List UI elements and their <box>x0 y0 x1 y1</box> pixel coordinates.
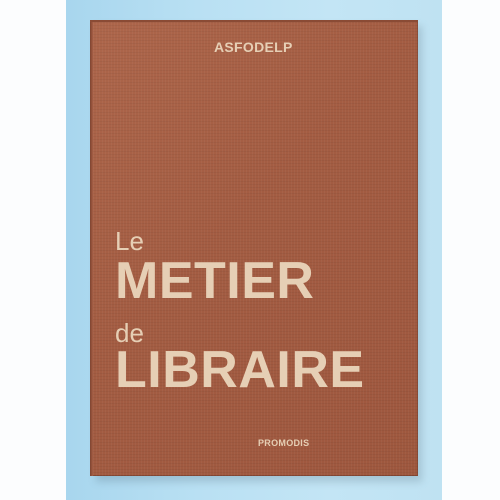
book-cover: ASFODELP Le METIER de LIBRAIRE PROMODIS <box>90 20 418 476</box>
cover-title-le: Le <box>115 226 144 256</box>
photo-scene: ASFODELP Le METIER de LIBRAIRE PROMODIS <box>0 0 500 500</box>
cover-publisher: PROMODIS <box>258 438 310 448</box>
cover-title-metier: METIER <box>115 252 315 310</box>
cover-title-libraire: LIBRAIRE <box>115 341 365 399</box>
book-spine-edge <box>90 20 93 476</box>
cover-author: ASFODELP <box>214 39 293 55</box>
book-top-edge <box>90 20 418 22</box>
